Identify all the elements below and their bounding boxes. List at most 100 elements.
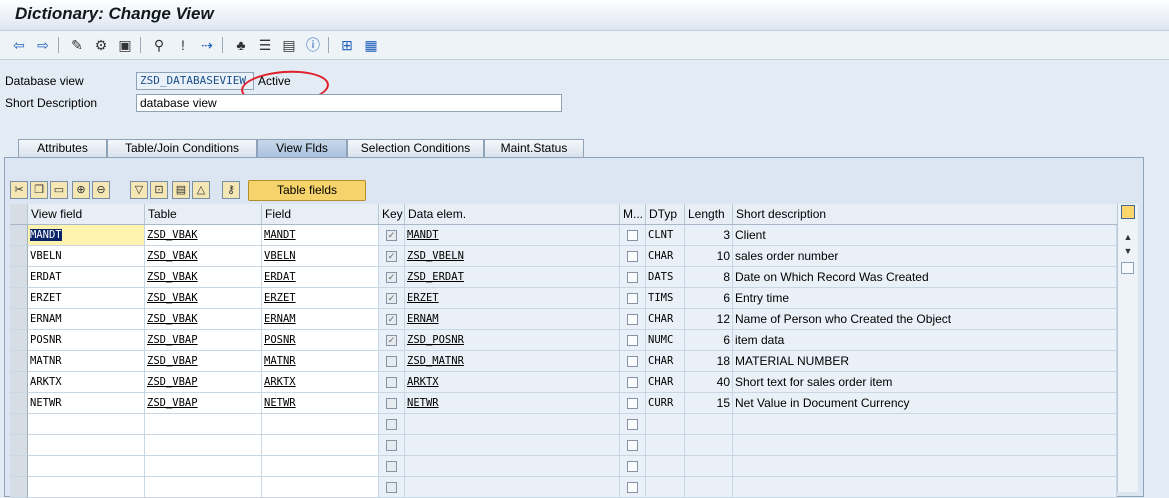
table-row[interactable]: VBELN ZSD_VBAK VBELN ✓ ZSD_VBELN CHAR 10 sales … — [10, 246, 1117, 267]
col-m[interactable]: M... — [620, 204, 646, 224]
table-cell[interactable] — [145, 435, 262, 456]
field-cell[interactable]: ERZET — [262, 288, 379, 309]
col-field[interactable]: Field — [262, 204, 379, 224]
activate-icon[interactable]: ▣ — [116, 36, 134, 54]
view-field-cell[interactable]: ERNAM — [28, 309, 145, 330]
check-icon[interactable]: ⚲ — [150, 36, 168, 54]
row-selector[interactable] — [10, 456, 28, 477]
row-selector[interactable] — [10, 477, 28, 498]
field-cell[interactable] — [262, 414, 379, 435]
navigation-icon[interactable]: ♣ — [232, 36, 250, 54]
scroll-down-icon[interactable]: ▼ — [1121, 244, 1135, 258]
forward-arrow-icon[interactable]: ⇨ — [34, 36, 52, 54]
col-data-element[interactable]: Data elem. — [405, 204, 620, 224]
view-field-cell[interactable]: ERZET — [28, 288, 145, 309]
table-row[interactable]: ERZET ZSD_VBAK ERZET ✓ ERZET TIMS 6 Entry time — [10, 288, 1117, 309]
table-row[interactable]: MANDT ZSD_VBAK MANDT ✓ MANDT CLNT 3 Client — [10, 225, 1117, 246]
table-row[interactable]: MATNR ZSD_VBAP MATNR ZSD_MATNR CHAR 18 MATERIA… — [10, 351, 1117, 372]
field-cell[interactable] — [262, 435, 379, 456]
other-object-icon[interactable]: ⚙ — [92, 36, 110, 54]
row-selector[interactable] — [10, 372, 28, 393]
data-element-cell[interactable] — [405, 435, 620, 456]
move-up-icon[interactable]: △ — [192, 181, 210, 199]
table-cell[interactable]: ZSD_VBAP — [145, 372, 262, 393]
field-cell[interactable]: VBELN — [262, 246, 379, 267]
view-field-cell[interactable]: MATNR — [28, 351, 145, 372]
deselect-icon[interactable]: ▤ — [172, 181, 190, 199]
tab-maint-status[interactable]: Maint.Status — [484, 139, 584, 157]
vertical-scrollbar[interactable]: ▲ ▼ — [1117, 204, 1138, 492]
field-cell[interactable]: MATNR — [262, 351, 379, 372]
data-element-cell[interactable]: ERZET — [405, 288, 620, 309]
select-block-icon[interactable]: ⊡ — [150, 181, 168, 199]
back-arrow-icon[interactable]: ⇦ — [10, 36, 28, 54]
table-cell[interactable]: ZSD_VBAP — [145, 351, 262, 372]
table-row[interactable]: NETWR ZSD_VBAP NETWR NETWR CURR 15 Net Value i… — [10, 393, 1117, 414]
tab-view-fields[interactable]: View Flds — [257, 139, 347, 157]
table-cell[interactable] — [145, 477, 262, 498]
row-selector-header[interactable] — [10, 204, 28, 224]
table-cell[interactable]: ZSD_VBAK — [145, 309, 262, 330]
field-cell[interactable]: NETWR — [262, 393, 379, 414]
short-description-field[interactable]: database view — [136, 94, 562, 112]
row-selector[interactable] — [10, 330, 28, 351]
table-fields-button[interactable]: Table fields — [248, 180, 366, 201]
data-element-cell[interactable]: ZSD_VBELN — [405, 246, 620, 267]
tab-selection-conditions[interactable]: Selection Conditions — [347, 139, 484, 157]
database-view-field[interactable]: ZSD_DATABASEVIEW — [136, 72, 254, 90]
row-selector[interactable] — [10, 267, 28, 288]
data-element-cell[interactable] — [405, 456, 620, 477]
view-field-cell[interactable]: ARKTX — [28, 372, 145, 393]
col-short-description[interactable]: Short description — [733, 204, 1117, 224]
m-checkbox[interactable] — [627, 482, 638, 493]
layout-settings-icon[interactable] — [1121, 205, 1135, 219]
view-field-cell[interactable]: NETWR — [28, 393, 145, 414]
m-checkbox[interactable] — [627, 419, 638, 430]
row-selector[interactable] — [10, 246, 28, 267]
col-dtyp[interactable]: DTyp — [646, 204, 685, 224]
col-table[interactable]: Table — [145, 204, 262, 224]
tab-attributes[interactable]: Attributes — [18, 139, 107, 157]
m-checkbox[interactable] — [627, 335, 638, 346]
table-cell[interactable]: ZSD_VBAK — [145, 288, 262, 309]
cut-icon[interactable]: ✂ — [10, 181, 28, 199]
m-checkbox[interactable] — [627, 230, 638, 241]
data-element-cell[interactable]: MANDT — [405, 225, 620, 246]
grid-layout-icon[interactable]: ⊞ — [338, 36, 356, 54]
where-used-icon[interactable]: ǃ — [174, 36, 192, 54]
scroll-up-icon[interactable]: ▲ — [1121, 230, 1135, 244]
table-row[interactable] — [10, 414, 1117, 435]
col-length[interactable]: Length — [685, 204, 733, 224]
view-field-cell[interactable]: POSNR — [28, 330, 145, 351]
table-cell[interactable] — [145, 456, 262, 477]
insert-row-icon[interactable]: ⊕ — [72, 181, 90, 199]
info-icon[interactable]: ⓘ — [304, 36, 322, 54]
m-checkbox[interactable] — [627, 251, 638, 262]
hierarchy-icon[interactable]: ☰ — [256, 36, 274, 54]
table-row[interactable]: ERNAM ZSD_VBAK ERNAM ✓ ERNAM CHAR 12 Name of Pe… — [10, 309, 1117, 330]
table-cell[interactable]: ZSD_VBAK — [145, 246, 262, 267]
field-cell[interactable]: MANDT — [262, 225, 379, 246]
data-element-cell[interactable]: NETWR — [405, 393, 620, 414]
col-key[interactable]: Key — [379, 204, 405, 224]
data-element-cell[interactable]: ZSD_POSNR — [405, 330, 620, 351]
field-cell[interactable]: ERDAT — [262, 267, 379, 288]
object-list-icon[interactable]: ⇢ — [198, 36, 216, 54]
m-checkbox[interactable] — [627, 377, 638, 388]
data-element-cell[interactable]: ZSD_ERDAT — [405, 267, 620, 288]
view-field-cell[interactable] — [28, 456, 145, 477]
row-selector[interactable] — [10, 309, 28, 330]
key-icon[interactable]: ⚷ — [222, 181, 240, 199]
field-cell[interactable] — [262, 477, 379, 498]
table-row[interactable]: ERDAT ZSD_VBAK ERDAT ✓ ZSD_ERDAT DATS 8 Date on… — [10, 267, 1117, 288]
table-cell[interactable]: ZSD_VBAP — [145, 393, 262, 414]
row-selector[interactable] — [10, 414, 28, 435]
row-selector[interactable] — [10, 393, 28, 414]
m-checkbox[interactable] — [627, 461, 638, 472]
data-element-cell[interactable] — [405, 414, 620, 435]
table-layout-icon[interactable]: ▦ — [362, 36, 380, 54]
row-selector[interactable] — [10, 225, 28, 246]
view-field-cell[interactable] — [28, 477, 145, 498]
m-checkbox[interactable] — [627, 440, 638, 451]
data-element-cell[interactable]: ARKTX — [405, 372, 620, 393]
